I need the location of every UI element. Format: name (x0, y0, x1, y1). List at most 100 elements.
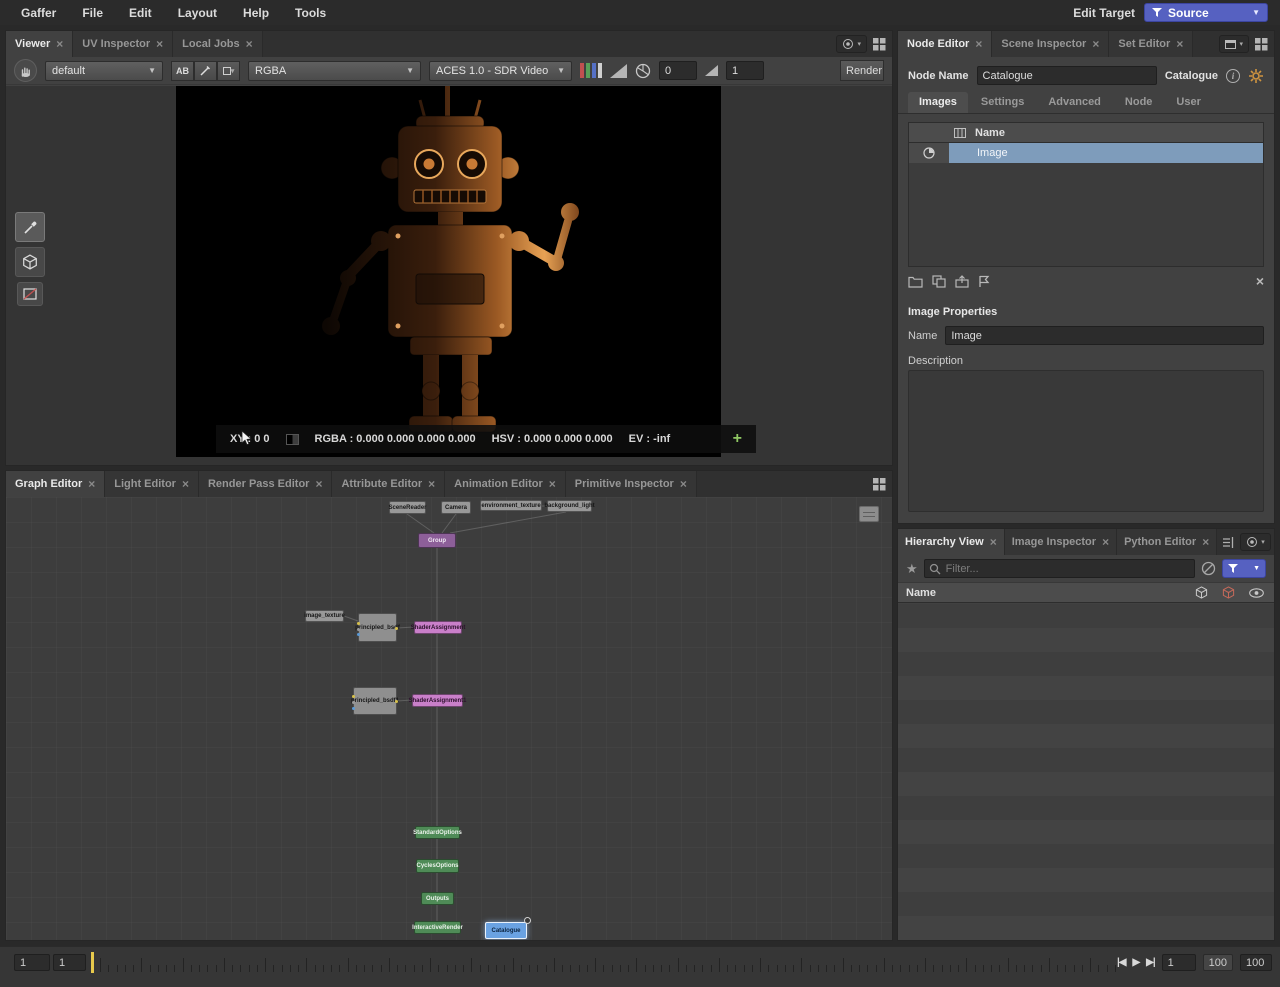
layout-menu-icon[interactable] (1255, 38, 1268, 51)
filter-input[interactable] (924, 559, 1195, 578)
tab-local-jobs[interactable]: Local Jobs× (173, 31, 262, 57)
tab-uv-inspector[interactable]: UV Inspector× (73, 31, 173, 57)
gamma-input[interactable] (726, 61, 764, 80)
inspector-tool-button[interactable] (15, 247, 45, 277)
close-tab-icon[interactable]: × (549, 477, 556, 491)
tab-image-inspector[interactable]: Image Inspector× (1005, 529, 1117, 555)
graph-node-CyclesOptions[interactable]: CyclesOptions (416, 859, 459, 873)
graph-node-image_texture[interactable]: image_texture (305, 610, 344, 622)
render-button[interactable]: Render (840, 60, 884, 81)
graph-node-principled_bsdf[interactable]: principled_bsdf (358, 613, 397, 642)
color-picker-tool-button[interactable] (15, 212, 45, 242)
close-tab-icon[interactable]: × (1102, 535, 1109, 549)
close-tab-icon[interactable]: × (680, 477, 687, 491)
gradient-ramp-icon[interactable] (610, 64, 627, 78)
tab-light-editor[interactable]: Light Editor× (105, 471, 199, 497)
clear-filter-icon[interactable] (1201, 561, 1216, 576)
graph-node-environment_texture[interactable]: environment_texture (480, 500, 542, 511)
graph-node-Outputs[interactable]: Outputs (421, 892, 454, 905)
tab-python-editor[interactable]: Python Editor× (1117, 529, 1217, 555)
exposure-input[interactable] (659, 61, 697, 80)
menu-layout[interactable]: Layout (165, 6, 230, 20)
close-tab-icon[interactable]: × (56, 37, 63, 51)
compare-mode-button[interactable]: AB (171, 61, 194, 81)
menu-help[interactable]: Help (230, 6, 282, 20)
new-image-icon[interactable] (908, 275, 923, 288)
gamma-icon[interactable] (705, 65, 718, 76)
graph-canvas[interactable]: SceneReaderCameraenvironment_textureback… (6, 497, 892, 940)
tab-set-editor[interactable]: Set Editor× (1109, 31, 1193, 57)
float-panel-button[interactable]: ▾ (1219, 35, 1249, 53)
close-tab-icon[interactable]: × (156, 37, 163, 51)
view-selector-dropdown[interactable]: default▼ (45, 61, 163, 81)
tab-attribute-editor[interactable]: Attribute Editor× (332, 471, 445, 497)
node-name-input[interactable] (977, 66, 1157, 85)
viewer-canvas[interactable]: XY : 0 0 RGBA : 0.000 0.000 0.000 0.000 … (6, 86, 892, 465)
menu-gaffer[interactable]: Gaffer (8, 6, 69, 20)
graph-node-principled_bsdf1[interactable]: principled_bsdf1 (353, 687, 397, 715)
close-tab-icon[interactable]: × (1202, 535, 1209, 549)
edit-target-dropdown[interactable]: Source ▼ (1144, 3, 1268, 22)
display-transform-dropdown[interactable]: ACES 1.0 - SDR Video▼ (429, 61, 572, 81)
compare-image-dropdown[interactable]: ▾ (217, 61, 240, 81)
subtab-user[interactable]: User (1165, 92, 1211, 113)
menu-tools[interactable]: Tools (282, 6, 339, 20)
filter-search-box[interactable] (924, 559, 1195, 578)
tab-scene-inspector[interactable]: Scene Inspector× (992, 31, 1109, 57)
graph-node-ShaderAssignment[interactable]: ShaderAssignment (414, 621, 462, 634)
subtab-settings[interactable]: Settings (970, 92, 1035, 113)
add-inspector-icon[interactable]: + (733, 431, 742, 447)
extract-image-icon[interactable] (978, 275, 990, 288)
subtab-node[interactable]: Node (1114, 92, 1164, 113)
timeline-ruler[interactable] (100, 952, 1114, 974)
visibility-eye-icon[interactable] (1249, 588, 1264, 598)
description-textarea[interactable] (908, 370, 1264, 512)
close-tab-icon[interactable]: × (975, 37, 982, 51)
gear-icon[interactable] (1248, 68, 1264, 84)
graph-node-StandardOptions[interactable]: StandardOptions (415, 826, 460, 839)
tab-hierarchy-view[interactable]: Hierarchy View× (898, 529, 1005, 555)
graph-node-background_light[interactable]: background_light (547, 500, 592, 512)
bookmark-star-icon[interactable]: ★ (906, 562, 918, 575)
hierarchy-filter-dropdown[interactable]: ▼ (1222, 559, 1266, 578)
tab-primitive-inspector[interactable]: Primitive Inspector× (566, 471, 697, 497)
subtab-images[interactable]: Images (908, 92, 968, 113)
info-icon[interactable]: i (1226, 69, 1240, 83)
skip-end-button[interactable]: ▶| (1146, 957, 1155, 968)
close-tab-icon[interactable]: × (990, 535, 997, 549)
wipe-tool-button[interactable] (194, 61, 217, 81)
close-tab-icon[interactable]: × (315, 477, 322, 491)
close-tab-icon[interactable]: × (1176, 37, 1183, 51)
pan-tool-button[interactable] (14, 59, 37, 82)
property-name-input[interactable] (945, 326, 1264, 345)
timeline-start-field[interactable] (14, 954, 50, 971)
graph-node-ShaderAssignment1[interactable]: ShaderAssignment1 (412, 694, 463, 707)
graph-node-SceneReader[interactable]: SceneReader (389, 501, 426, 514)
crop-window-tool-button[interactable] (17, 282, 43, 306)
close-tab-icon[interactable]: × (182, 477, 189, 491)
tab-render-pass-editor[interactable]: Render Pass Editor× (199, 471, 333, 497)
exposure-icon[interactable] (635, 63, 651, 79)
timeline-current-field[interactable] (53, 954, 86, 971)
duplicate-image-icon[interactable] (932, 275, 946, 288)
current-frame-marker[interactable] (91, 952, 94, 973)
graph-node-Group[interactable]: Group (418, 533, 456, 548)
channels-dropdown[interactable]: RGBA▼ (248, 61, 421, 81)
close-tab-icon[interactable]: × (1092, 37, 1099, 51)
export-image-icon[interactable] (955, 275, 969, 288)
menu-file[interactable]: File (69, 6, 116, 20)
graph-node-Catalogue[interactable]: Catalogue (485, 922, 527, 939)
image-row[interactable]: Image (909, 143, 1263, 163)
close-tab-icon[interactable]: × (88, 477, 95, 491)
end-frame-field[interactable] (1240, 954, 1272, 971)
close-tab-icon[interactable]: × (428, 477, 435, 491)
graph-node-InteractiveRender[interactable]: InteractiveRender (414, 921, 461, 934)
close-tab-icon[interactable]: × (246, 37, 253, 51)
layout-menu-icon[interactable] (873, 38, 886, 51)
play-button[interactable]: ▶ (1132, 957, 1139, 968)
skip-start-button[interactable]: |◀ (1117, 957, 1126, 968)
layout-menu-icon[interactable] (873, 478, 886, 491)
editor-focus-button[interactable]: ▾ (1240, 533, 1271, 551)
channel-bars-icon[interactable] (580, 63, 602, 78)
tab-node-editor[interactable]: Node Editor× (898, 31, 992, 57)
